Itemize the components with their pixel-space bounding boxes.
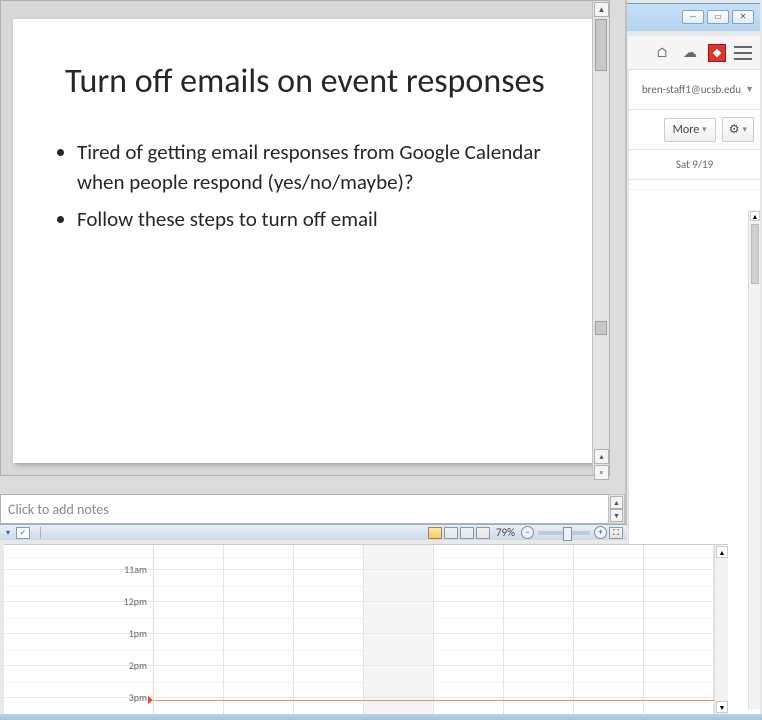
prev-slide-icon[interactable]: ▴ <box>594 449 609 464</box>
slideshow-view-button[interactable] <box>476 527 490 539</box>
scroll-thumb[interactable] <box>595 19 607 71</box>
scroll-down-icon[interactable]: ▼ <box>716 701 728 713</box>
chevron-down-icon: ▼ <box>745 84 754 95</box>
close-button[interactable]: ✕ <box>732 10 754 24</box>
chat-icon[interactable]: ☁ <box>680 43 700 63</box>
day-column[interactable] <box>154 545 224 714</box>
user-menu[interactable]: bren-staff1@ucsb.edu ▼ <box>629 70 760 110</box>
home-icon[interactable]: ⌂ <box>652 43 672 63</box>
day-header: Sat 9/19 <box>629 150 760 180</box>
scroll-down-icon[interactable]: ▼ <box>610 509 623 522</box>
status-bar: ▾ ✓ 79% − + ⛶ <box>0 524 627 540</box>
fit-to-window-button[interactable]: ⛶ <box>609 527 623 539</box>
slide-bullets[interactable]: Tired of getting email responses from Go… <box>57 137 559 240</box>
day-column[interactable] <box>504 545 574 714</box>
scroll-up-icon[interactable]: ▲ <box>594 2 609 17</box>
spellcheck-icon[interactable]: ✓ <box>16 527 30 539</box>
powerpoint-window: Turn off emails on event responses Tired… <box>0 0 627 540</box>
browser-toolbar: ⌂ ☁ ◆ <box>628 36 760 70</box>
notes-pane[interactable]: Click to add notes <box>0 494 610 524</box>
sorter-view-button[interactable] <box>444 527 458 539</box>
time-column: 11am 12pm 1pm 2pm 3pm <box>4 545 154 714</box>
more-label: More <box>673 123 700 137</box>
notes-scrollbar[interactable]: ▲ ▼ <box>608 494 625 524</box>
now-indicator <box>154 700 714 701</box>
extension-icon[interactable]: ◆ <box>708 44 726 62</box>
hamburger-menu-icon[interactable] <box>734 46 752 60</box>
slide-pane: Turn off emails on event responses Tired… <box>0 0 610 476</box>
scroll-thumb[interactable] <box>751 224 759 284</box>
zoom-in-button[interactable]: + <box>594 526 607 539</box>
allday-cell[interactable] <box>629 180 760 190</box>
zoom-label: 79% <box>496 526 515 539</box>
day-label: Sat 9/19 <box>676 158 713 171</box>
slide-title[interactable]: Turn off emails on event responses <box>65 61 579 102</box>
zoom-out-button[interactable]: − <box>521 526 534 539</box>
separator <box>40 527 41 539</box>
day-column-today[interactable] <box>364 545 434 714</box>
chevron-down-icon: ▾ <box>742 124 747 135</box>
calendar-scrollbar[interactable]: ▲ ▼ <box>714 545 728 714</box>
day-column[interactable] <box>224 545 294 714</box>
user-email-label: bren-staff1@ucsb.edu <box>642 83 741 96</box>
day-column[interactable] <box>434 545 504 714</box>
reading-view-button[interactable] <box>460 527 474 539</box>
maximize-button[interactable]: ▭ <box>707 10 729 24</box>
day-column[interactable] <box>644 545 714 714</box>
slide-bullet: Follow these steps to turn off email <box>77 204 559 234</box>
zoom-slider[interactable] <box>538 531 590 535</box>
slide-scrollbar[interactable]: ▲ ▴ ≡ <box>592 1 609 475</box>
scroll-up-icon[interactable]: ▲ <box>716 546 728 558</box>
normal-view-button[interactable] <box>428 527 442 539</box>
slide-bullet: Tired of getting email responses from Go… <box>77 137 559 198</box>
scroll-up-icon[interactable]: ▲ <box>610 496 623 509</box>
dropdown-icon[interactable]: ▾ <box>6 528 10 538</box>
window-bottom-border <box>0 714 762 720</box>
scroll-thumb[interactable] <box>595 321 607 335</box>
next-slide-icon[interactable]: ≡ <box>594 465 609 480</box>
sidebar-scrollbar[interactable]: ▲ <box>748 210 760 710</box>
chevron-down-icon: ▾ <box>702 124 707 135</box>
day-column[interactable] <box>574 545 644 714</box>
settings-button[interactable]: ⚙ ▾ <box>722 117 754 142</box>
notes-placeholder: Click to add notes <box>8 501 109 518</box>
more-button[interactable]: More ▾ <box>664 118 716 142</box>
day-column[interactable] <box>294 545 364 714</box>
scroll-up-icon[interactable]: ▲ <box>750 211 760 221</box>
now-indicator-icon <box>148 696 153 704</box>
calendar-controls: More ▾ ⚙ ▾ <box>629 110 760 150</box>
slide[interactable]: Turn off emails on event responses Tired… <box>13 19 599 463</box>
gear-icon: ⚙ <box>729 122 740 137</box>
minimize-button[interactable]: — <box>682 10 704 24</box>
calendar-grid: 11am 12pm 1pm 2pm 3pm ▲ <box>4 544 728 714</box>
day-columns <box>154 545 714 714</box>
hour-label: 3pm <box>129 691 147 704</box>
